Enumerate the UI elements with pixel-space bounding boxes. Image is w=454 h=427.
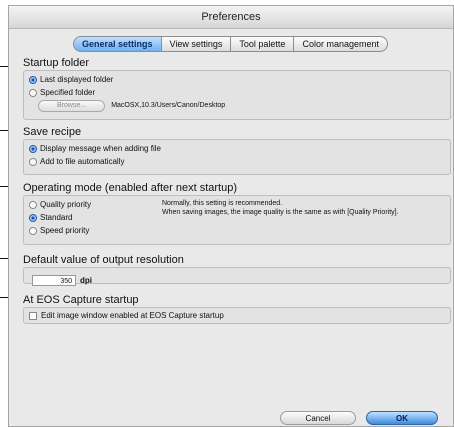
startup-folder-box: Last displayed folder Specified folder B… [23,70,451,120]
output-resolution-heading: Default value of output resolution [23,254,184,266]
radio-label: Display message when adding file [40,144,161,153]
tab-bar: General settings View settings Tool palett… [9,36,453,52]
radio-label: Standard [40,213,73,222]
radio-last-displayed-folder[interactable]: Last displayed folder [24,73,450,86]
ok-button[interactable]: OK [366,411,438,425]
startup-folder-section: Startup folder Last displayed folder Spe… [23,57,451,120]
radio-button-selected[interactable] [29,213,37,222]
radio-label: Quality priority [40,200,92,209]
preferences-window: Preferences General settings View setting… [8,5,454,427]
radio-button-selected[interactable] [29,144,37,153]
window-title: Preferences [9,6,453,29]
radio-button[interactable] [29,88,37,97]
folder-path: MacOSX,10.3/Users/Canon/Desktop [111,102,226,109]
radio-label: Last displayed folder [40,75,114,84]
save-recipe-box: Display message when adding file Add to … [23,139,451,175]
resolution-input[interactable]: 350 [32,275,76,286]
radio-label: Specified folder [40,88,96,97]
eos-capture-box: Edit image window enabled at EOS Capture… [23,307,451,324]
output-resolution-box: 350 dpi [23,267,451,286]
folder-path-row: Browse... MacOSX,10.3/Users/Canon/Deskto… [24,99,450,112]
startup-folder-heading: Startup folder [23,57,90,69]
radio-button[interactable] [29,200,37,209]
tab-color-management[interactable]: Color management [293,36,388,52]
radio-speed-priority[interactable]: Speed priority [24,224,450,237]
eos-capture-section: At EOS Capture startup Edit image window… [23,294,451,324]
radio-add-automatically[interactable]: Add to file automatically [24,155,450,168]
radio-display-message[interactable]: Display message when adding file [24,142,450,155]
save-recipe-section: Save recipe Display message when adding … [23,126,451,175]
operating-mode-heading: Operating mode (enabled after next start… [23,182,238,194]
operating-mode-box: Quality priority Standard Speed priority… [23,195,451,245]
radio-button-selected[interactable] [29,75,37,84]
radio-label: Speed priority [40,226,90,235]
cancel-button[interactable]: Cancel [280,411,356,425]
radio-button[interactable] [29,226,37,235]
note-line-1: Normally, this setting is recommended. [162,200,283,207]
eos-capture-heading: At EOS Capture startup [23,294,139,306]
note-line-2: When saving images, the image quality is… [162,209,399,216]
tab-view-settings[interactable]: View settings [160,36,232,52]
resolution-unit: dpi [80,276,92,285]
eos-capture-checkbox-row[interactable]: Edit image window enabled at EOS Capture… [24,309,450,322]
radio-specified-folder[interactable]: Specified folder [24,86,450,99]
operating-mode-note: Normally, this setting is recommended. W… [162,199,444,217]
tab-tool-palette[interactable]: Tool palette [230,36,295,52]
operating-mode-section: Operating mode (enabled after next start… [23,182,451,245]
edit-window-checkbox[interactable] [29,311,37,320]
tab-general-settings[interactable]: General settings [73,36,162,52]
save-recipe-heading: Save recipe [23,126,82,138]
radio-button[interactable] [29,157,37,166]
radio-label: Add to file automatically [40,157,125,166]
checkbox-label: Edit image window enabled at EOS Capture… [41,311,224,320]
output-resolution-section: Default value of output resolution 350 dp… [23,254,451,286]
browse-button[interactable]: Browse... [38,99,106,112]
